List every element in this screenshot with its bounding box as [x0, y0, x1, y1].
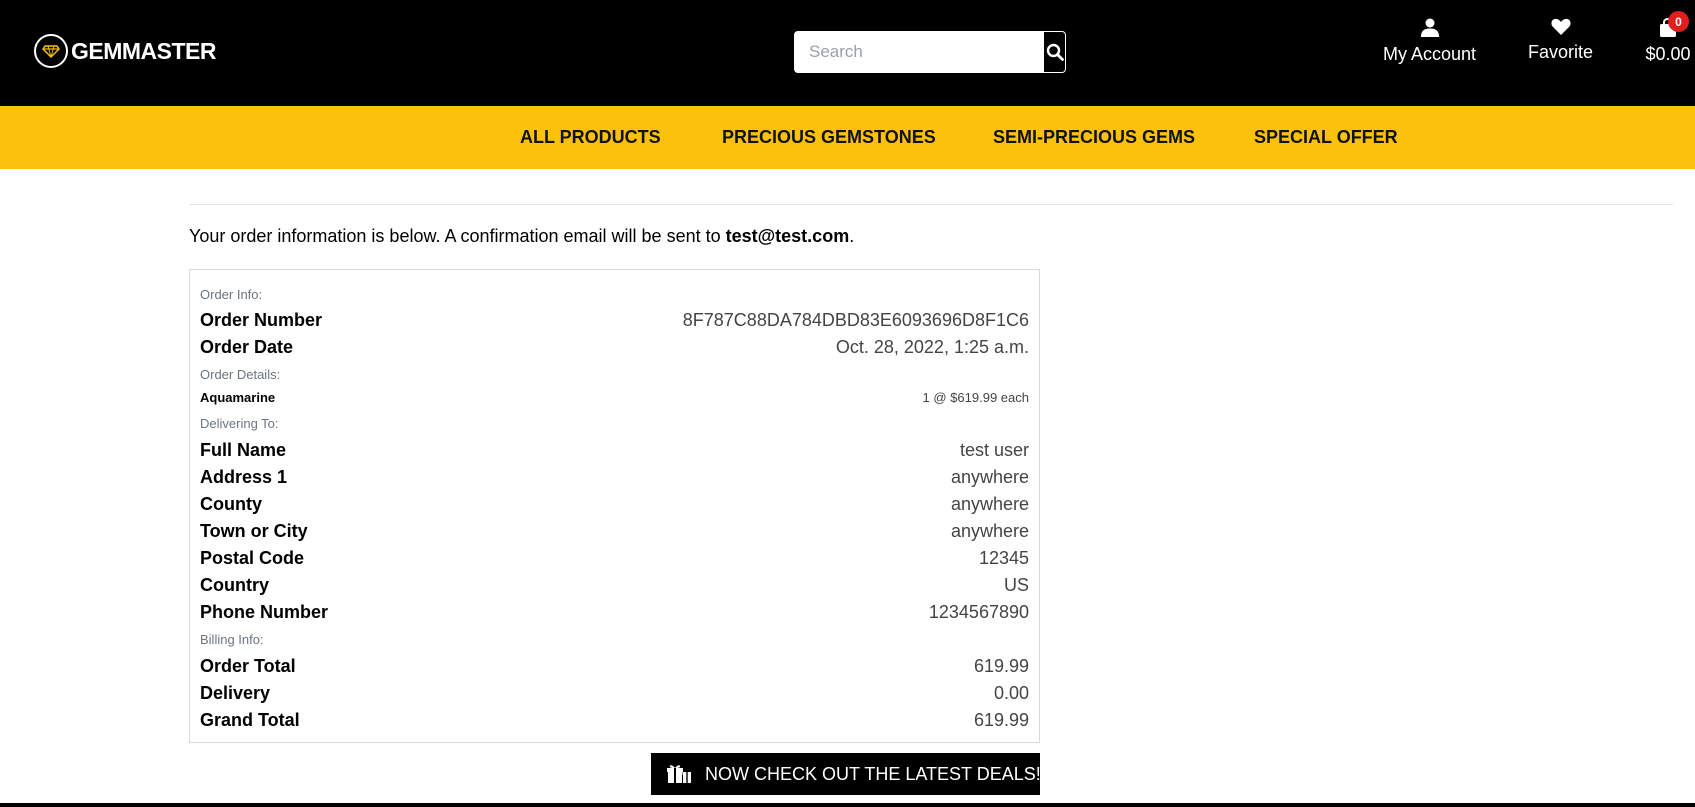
order-details-heading: Order Details:: [200, 367, 281, 382]
grand-total-value: 619.99: [973, 710, 1029, 730]
nav-all-products[interactable]: ALL PRODUCTS: [520, 127, 661, 148]
cart-total: $0.00: [1645, 44, 1691, 64]
intro-text: Your order information is below. A confi…: [189, 226, 726, 246]
intro-suffix: .: [849, 226, 855, 246]
order-total-value: 619.99: [973, 656, 1029, 676]
town-label: Town or City: [200, 521, 308, 541]
footer-edge: [0, 803, 1695, 807]
site-logo[interactable]: GEMMASTER: [34, 34, 217, 68]
item-qty-price: 1 @ $619.99 each: [922, 390, 1029, 405]
cart-count-badge: 0: [1668, 11, 1689, 32]
address1-label: Address 1: [200, 467, 288, 487]
billing-info-heading: Billing Info:: [200, 632, 264, 647]
country-label: Country: [200, 575, 269, 595]
delivery-label: Delivery: [200, 683, 271, 703]
cart-link[interactable]: 0 $0.00: [1644, 11, 1692, 65]
search-form: [794, 31, 1066, 73]
order-date-label: Order Date: [200, 337, 294, 357]
postal-code-label: Postal Code: [200, 548, 305, 568]
heart-icon: [1550, 18, 1571, 35]
delivering-to-heading: Delivering To:: [200, 416, 279, 431]
phone-value: 1234567890: [928, 602, 1029, 622]
my-account-label: My Account: [1383, 44, 1477, 64]
gem-logo-icon: [34, 34, 68, 68]
intro-email: test@test.com: [725, 226, 850, 246]
country-value: US: [1003, 575, 1029, 595]
order-number-label: Order Number: [200, 310, 323, 330]
latest-deals-button[interactable]: NOW CHECK OUT THE LATEST DEALS!: [651, 753, 1041, 795]
phone-label: Phone Number: [200, 602, 329, 622]
order-total-label: Order Total: [200, 656, 296, 676]
item-name: Aquamarine: [200, 390, 276, 405]
search-button[interactable]: [1044, 32, 1065, 72]
gift-icon: [667, 764, 691, 784]
user-icon: [1420, 18, 1439, 37]
logo-text: GEMMASTER: [71, 37, 217, 64]
favorite-link[interactable]: Favorite: [1528, 18, 1593, 63]
full-name-label: Full Name: [200, 440, 287, 460]
county-value: anywhere: [950, 494, 1029, 514]
delivery-value: 0.00: [993, 683, 1029, 703]
nav-precious-gemstones[interactable]: PRECIOUS GEMSTONES: [722, 127, 936, 148]
county-label: County: [200, 494, 262, 514]
favorite-label: Favorite: [1528, 42, 1594, 62]
my-account-link[interactable]: My Account: [1383, 18, 1476, 65]
order-info-heading: Order Info:: [200, 287, 263, 302]
address1-value: anywhere: [950, 467, 1029, 487]
town-value: anywhere: [950, 521, 1029, 541]
nav-semi-precious-gems[interactable]: SEMI-PRECIOUS GEMS: [993, 127, 1195, 148]
order-date-value: Oct. 28, 2022, 1:25 a.m.: [835, 337, 1029, 357]
divider: [189, 204, 1673, 205]
search-input[interactable]: [795, 32, 1044, 72]
full-name-value: test user: [959, 440, 1029, 460]
grand-total-label: Grand Total: [200, 710, 300, 730]
order-number-value: 8F787C88DA784DBD83E6093696D8F1C6: [682, 310, 1029, 330]
search-icon: [1046, 43, 1064, 61]
confirmation-message: Your order information is below. A confi…: [189, 226, 854, 247]
order-summary-card: Order Info: Order Number 8F787C88DA784DBD…: [189, 269, 1040, 743]
nav-special-offer[interactable]: SPECIAL OFFER: [1254, 127, 1398, 148]
postal-code-value: 12345: [978, 548, 1029, 568]
latest-deals-label: NOW CHECK OUT THE LATEST DEALS!: [705, 763, 1041, 784]
site-header: GEMMASTER My Account Favorite 0 $0.00: [0, 0, 1695, 106]
category-nav: ALL PRODUCTS PRECIOUS GEMSTONES SEMI-PRE…: [0, 106, 1695, 169]
